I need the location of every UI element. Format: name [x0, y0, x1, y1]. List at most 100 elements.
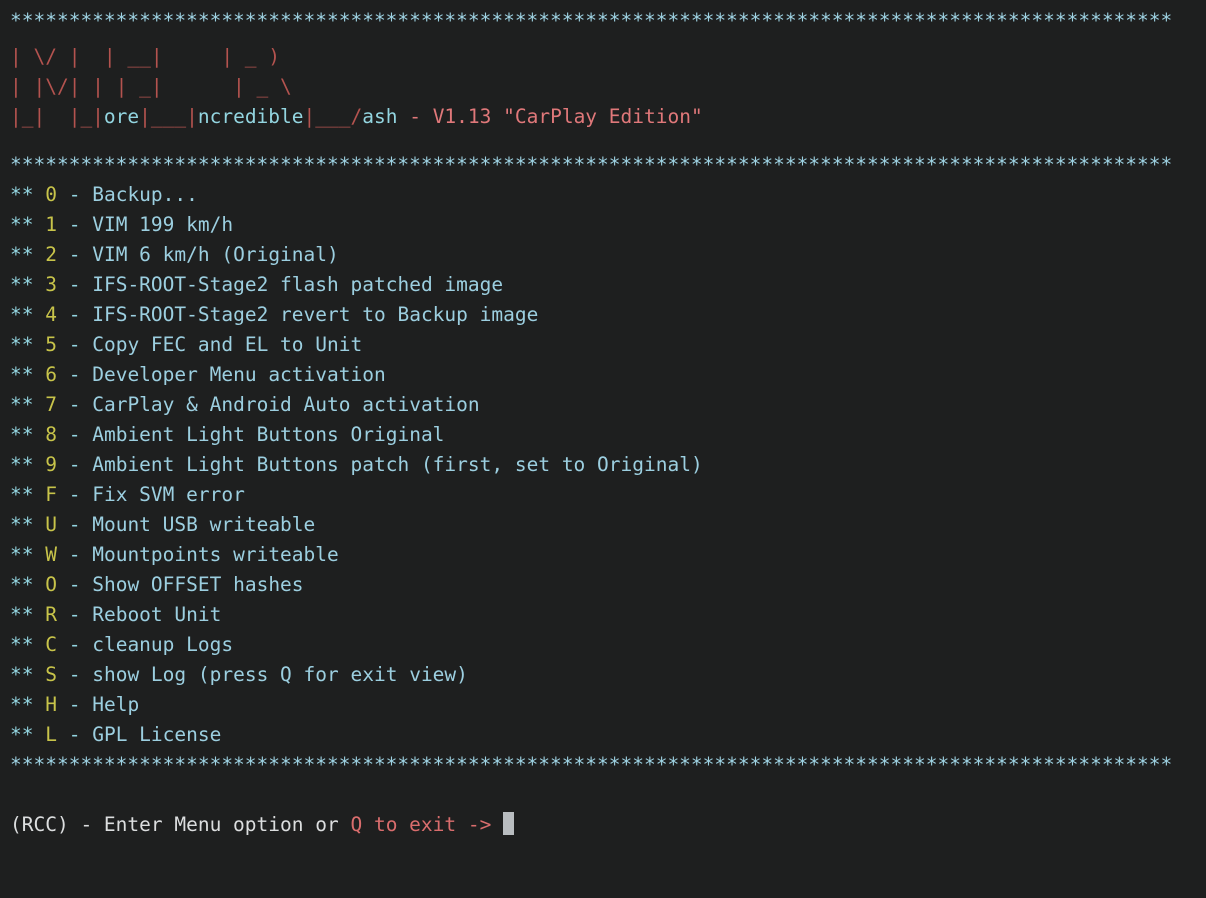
menu-bullet: ** — [10, 723, 34, 746]
menu-gap — [33, 573, 45, 596]
menu-gap — [33, 363, 45, 386]
menu-gap — [33, 423, 45, 446]
menu-gap — [33, 513, 45, 536]
menu-item-8[interactable]: ** 8 - Ambient Light Buttons Original — [10, 420, 1206, 450]
menu-bullet: ** — [10, 603, 34, 626]
menu-label-l: GPL License — [92, 723, 222, 746]
banner-word-ore: ore — [103, 105, 140, 128]
menu-label-r: Reboot Unit — [92, 603, 222, 626]
menu-item-3[interactable]: ** 3 - IFS-ROOT-Stage2 flash patched ima… — [10, 270, 1206, 300]
menu-item-2[interactable]: ** 2 - VIM 6 km/h (Original) — [10, 240, 1206, 270]
menu-dash-f: - — [56, 483, 93, 506]
menu-gap — [33, 333, 45, 356]
menu-key-4: 4 — [45, 303, 57, 326]
menu-gap — [33, 183, 45, 206]
menu-dash-h: - — [56, 693, 93, 716]
menu-label-8: Ambient Light Buttons Original — [92, 423, 445, 446]
menu-key-w: W — [45, 543, 57, 566]
separator-below-banner: ****************************************… — [10, 153, 1173, 176]
menu-label-s: show Log (press Q for exit view) — [92, 663, 468, 686]
menu-key-o: O — [45, 573, 57, 596]
menu-item-9[interactable]: ** 9 - Ambient Light Buttons patch (firs… — [10, 450, 1206, 480]
menu-bullet: ** — [10, 663, 34, 686]
menu-dash-l: - — [56, 723, 93, 746]
menu-bullet: ** — [10, 573, 34, 596]
menu-dash-w: - — [56, 543, 93, 566]
banner-art-line-1-text: | \/ | | __| | _ ) — [10, 45, 281, 68]
menu-gap — [33, 483, 45, 506]
menu-item-o[interactable]: ** O - Show OFFSET hashes — [10, 570, 1206, 600]
banner-bottom-spacer — [10, 132, 1206, 150]
menu-key-6: 6 — [45, 363, 57, 386]
menu-key-7: 7 — [45, 393, 57, 416]
menu-item-7[interactable]: ** 7 - CarPlay & Android Auto activation — [10, 390, 1206, 420]
menu-bullet: ** — [10, 453, 34, 476]
menu-dash-2: - — [56, 243, 93, 266]
menu-item-4[interactable]: ** 4 - IFS-ROOT-Stage2 revert to Backup … — [10, 300, 1206, 330]
banner-art-seg-3: |___| — [139, 105, 198, 128]
menu-label-5: Copy FEC and EL to Unit — [92, 333, 363, 356]
banner-art-line-3: |_| |_|ore|___|ncredible|___/ash - V1.13… — [10, 102, 1206, 132]
menu-dash-o: - — [56, 573, 93, 596]
menu-item-c[interactable]: ** C - cleanup Logs — [10, 630, 1206, 660]
menu-label-4: IFS-ROOT-Stage2 revert to Backup image — [92, 303, 539, 326]
menu-bullet: ** — [10, 333, 34, 356]
prompt-gap — [491, 813, 503, 836]
menu-gap — [33, 663, 45, 686]
menu-item-r[interactable]: ** R - Reboot Unit — [10, 600, 1206, 630]
menu-gap — [33, 603, 45, 626]
command-prompt[interactable]: (RCC) - Enter Menu option or Q to exit -… — [10, 810, 1206, 844]
menu-key-h: H — [45, 693, 57, 716]
menu-gap — [33, 723, 45, 746]
menu-dash-r: - — [56, 603, 93, 626]
menu-dash-6: - — [56, 363, 93, 386]
menu-item-s[interactable]: ** S - show Log (press Q for exit view) — [10, 660, 1206, 690]
menu-item-f[interactable]: ** F - Fix SVM error — [10, 480, 1206, 510]
terminal-window[interactable]: ****************************************… — [0, 0, 1206, 898]
menu-label-w: Mountpoints writeable — [92, 543, 339, 566]
menu-bullet: ** — [10, 303, 34, 326]
menu-bullet: ** — [10, 513, 34, 536]
menu-item-1[interactable]: ** 1 - VIM 199 km/h — [10, 210, 1206, 240]
menu-item-w[interactable]: ** W - Mountpoints writeable — [10, 540, 1206, 570]
menu-label-0: Backup... — [92, 183, 198, 206]
banner-art-line-1: | \/ | | __| | _ ) — [10, 42, 1206, 72]
menu-key-u: U — [45, 513, 57, 536]
menu-dash-c: - — [56, 633, 93, 656]
menu-label-f: Fix SVM error — [92, 483, 245, 506]
menu-key-5: 5 — [45, 333, 57, 356]
menu-gap — [33, 303, 45, 326]
menu-key-0: 0 — [45, 183, 57, 206]
menu-key-f: F — [45, 483, 57, 506]
menu-bullet: ** — [10, 423, 34, 446]
menu-item-6[interactable]: ** 6 - Developer Menu activation — [10, 360, 1206, 390]
menu-item-5[interactable]: ** 5 - Copy FEC and EL to Unit — [10, 330, 1206, 360]
prompt-prefix-label: (RCC) - Enter Menu option or — [10, 813, 351, 836]
text-cursor[interactable] — [503, 812, 515, 835]
menu-dash-3: - — [56, 273, 93, 296]
menu-bullet: ** — [10, 273, 34, 296]
menu-key-8: 8 — [45, 423, 57, 446]
banner-art-line-2: | |\/| | | _| | _ \ — [10, 72, 1206, 102]
banner-art-line-2-text: | |\/| | | _| | _ \ — [10, 75, 292, 98]
menu-item-u[interactable]: ** U - Mount USB writeable — [10, 510, 1206, 540]
menu-label-c: cleanup Logs — [92, 633, 234, 656]
menu-gap — [33, 273, 45, 296]
separator-below-menu: ****************************************… — [10, 753, 1173, 776]
menu-gap — [33, 543, 45, 566]
menu-item-l[interactable]: ** L - GPL License — [10, 720, 1206, 750]
menu-dash-9: - — [56, 453, 93, 476]
menu-label-7: CarPlay & Android Auto activation — [92, 393, 480, 416]
menu-item-h[interactable]: ** H - Help — [10, 690, 1206, 720]
banner-art-seg-1: |_| |_| — [10, 105, 104, 128]
menu-item-0[interactable]: ** 0 - Backup... — [10, 180, 1206, 210]
menu-bullet: ** — [10, 483, 34, 506]
menu-bullet: ** — [10, 693, 34, 716]
menu-bullet: ** — [10, 183, 34, 206]
menu-dash-1: - — [56, 213, 93, 236]
banner-word-ncredible: ncredible — [197, 105, 304, 128]
menu-label-u: Mount USB writeable — [92, 513, 316, 536]
menu-key-c: C — [45, 633, 57, 656]
menu-key-2: 2 — [45, 243, 57, 266]
prompt-spacer — [10, 780, 1206, 810]
